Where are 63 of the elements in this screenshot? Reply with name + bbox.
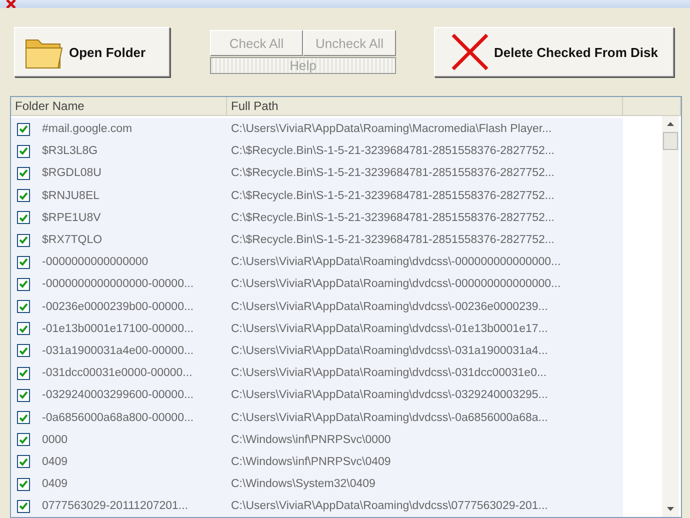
scrollbar-thumb[interactable] (663, 132, 678, 150)
checkbox[interactable] (17, 300, 30, 314)
folder-name: -0000000000000000 (42, 256, 148, 268)
folder-path: C:\Users\ViviaR\AppData\Roaming\dvdcss\-031a1900031a4... (231, 344, 548, 357)
folder-name: -0a6856000a68a800-00000... (42, 412, 194, 424)
folder-path: C:\Users\ViviaR\AppData\Roaming\dvdcss\-000000000000000... (231, 278, 561, 290)
folder-name: -0329240003299600-00000... (42, 389, 194, 402)
checkbox[interactable] (17, 366, 30, 380)
cross-icon (450, 33, 490, 71)
folder-path: C:\Windows\inf\PNRPSvc\0409 (231, 456, 391, 468)
checkbox[interactable] (17, 411, 30, 424)
checkbox[interactable] (17, 388, 30, 402)
folder-name: 0777563029-20111207201... (42, 500, 188, 512)
folder-name: $RX7TQLO (42, 234, 102, 246)
folder-path: C:\$Recycle.Bin\S-1-5-21-3239684781-2851558376-2827752... (231, 190, 555, 202)
checkbox[interactable] (17, 322, 30, 336)
checkbox[interactable] (17, 144, 30, 158)
folder-path: C:\$Recycle.Bin\S-1-5-21-3239684781-2851558376-2827752... (231, 234, 555, 246)
folder-path: C:\$Recycle.Bin\S-1-5-21-3239684781-2851558376-2827752... (231, 145, 555, 158)
column-header[interactable]: Full Path (227, 97, 623, 115)
checkbox[interactable] (17, 189, 30, 202)
checkbox[interactable] (17, 211, 30, 224)
folder-name: 0000 (42, 434, 68, 446)
folder-path: C:\Users\ViviaR\AppData\Roaming\Macromedia\Flash Player... (231, 123, 552, 136)
folder-path: C:\Users\ViviaR\AppData\Roaming\dvdcss\-031dcc00031e0... (231, 367, 547, 380)
checkbox[interactable] (17, 344, 30, 358)
folder-name: $RNJU8EL (42, 190, 100, 202)
down-arrow-icon (667, 507, 674, 511)
scrollbar[interactable] (662, 116, 679, 517)
folder-path: C:\Users\ViviaR\AppData\Roaming\dvdcss\-000000000000000... (231, 256, 561, 268)
up-arrow-icon (667, 122, 674, 126)
folder-path: C:\Windows\inf\PNRPSvc\0000 (231, 434, 391, 446)
folder-path: C:\Windows\System32\0409 (231, 478, 376, 490)
checkbox[interactable] (17, 122, 30, 136)
delete-button[interactable]: Delete Checked From Disk (434, 27, 674, 77)
checkbox[interactable] (17, 478, 30, 491)
folder-name: 0409 (42, 478, 68, 490)
checkbox[interactable] (17, 500, 30, 513)
checkbox[interactable] (17, 166, 30, 180)
folder-name: 0409 (42, 456, 68, 468)
folder-path: C:\Users\ViviaR\AppData\Roaming\dvdcss\-00236e0000239... (231, 300, 548, 313)
folder-name: -0000000000000000-00000... (42, 278, 194, 290)
folder-path: C:\Users\ViviaR\AppData\Roaming\dvdcss\-0a6856000a68a... (231, 412, 548, 424)
folder-name: $R3L3L8G (42, 145, 98, 158)
open-folder-button[interactable]: Open Folder (14, 27, 170, 77)
column-header[interactable]: Folder Name (11, 97, 227, 115)
checkbox[interactable] (17, 455, 30, 468)
checkbox[interactable] (17, 278, 30, 291)
folder-name: -01e13b0001e17100-00000... (42, 322, 194, 335)
folder-name: -031a1900031a4e00-00000... (42, 344, 194, 357)
folder-path: C:\$Recycle.Bin\S-1-5-21-3239684781-2851558376-2827752... (231, 212, 555, 224)
folder-path: C:\$Recycle.Bin\S-1-5-21-3239684781-2851558376-2827752... (231, 167, 555, 180)
checkbox[interactable] (17, 256, 30, 269)
folder-path: C:\Users\ViviaR\AppData\Roaming\dvdcss\-01e13b0001e17... (231, 322, 548, 335)
folder-name: $RGDL08U (42, 167, 102, 180)
checkbox[interactable] (17, 433, 30, 446)
folder-path: C:\Users\ViviaR\AppData\Roaming\dvdcss\-0329240003295... (231, 389, 548, 402)
folder-name: -00236e0000239b00-00000... (42, 300, 194, 313)
folder-name: -031dcc00031e0000-00000... (42, 367, 192, 380)
folder-name: $RPE1U8V (42, 212, 101, 224)
folder-name: #mail.google.com (42, 123, 132, 136)
checkbox[interactable] (17, 234, 30, 247)
folder-path: C:\Users\ViviaR\AppData\Roaming\dvdcss\0777563029-201... (231, 500, 548, 512)
